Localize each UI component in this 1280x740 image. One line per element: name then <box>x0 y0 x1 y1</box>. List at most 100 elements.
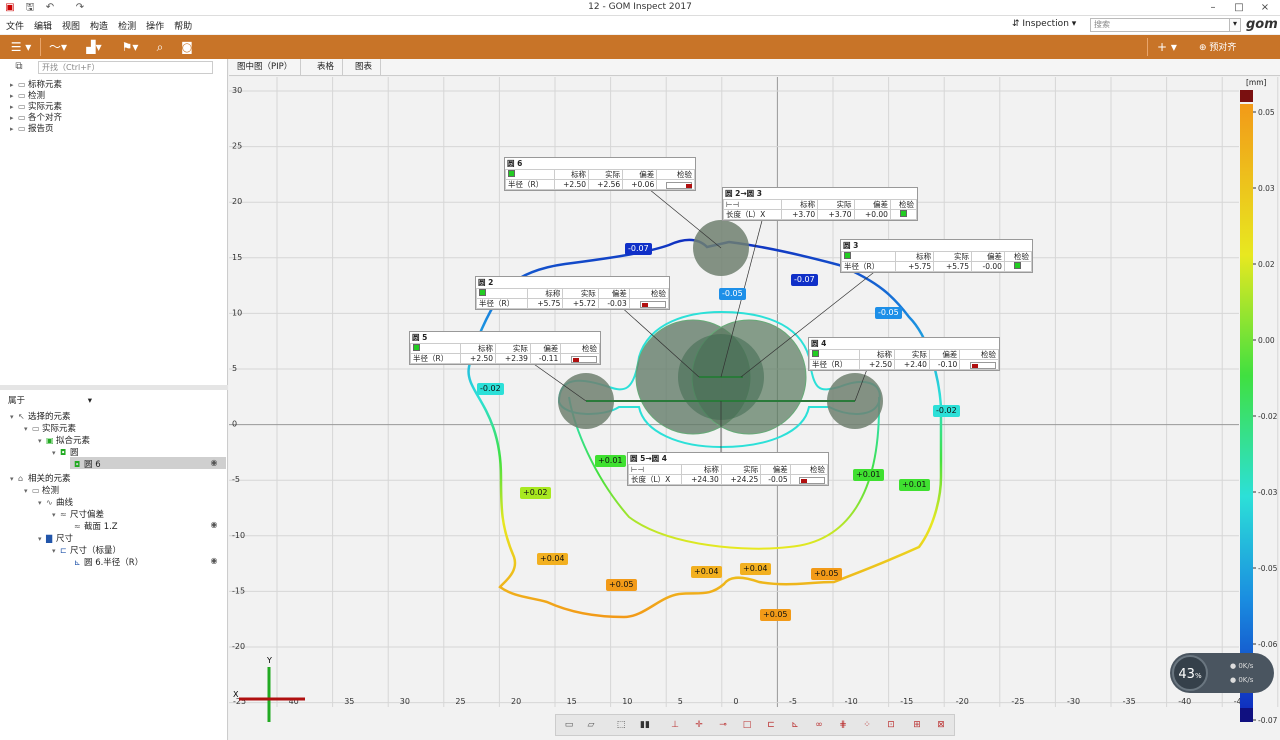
table-circle-6[interactable]: 圆 6 标称 实际 偏差 检验 半径（R） +2.50 +2.56 +0.06 <box>504 157 696 191</box>
tree-section[interactable]: ≈ 截面 1.Z <box>66 520 118 532</box>
table-circle-5-4[interactable]: 圆 5→圆 4 ⊢⊣ 标称 实际 偏差 检验 长度（L）X +24.30 +24.25 -0.… <box>627 452 829 486</box>
x-tick-label: 20 <box>511 697 521 706</box>
table-circle-2-3[interactable]: 圆 2→圆 3 ⊢⊣ 标称 实际 偏差 检验 长度（L）X +3.70 +3.70 +0.00 <box>722 187 918 221</box>
tree-dimension-deviation[interactable]: ▾ ≈ 尺寸偏差 <box>52 508 104 520</box>
deviation-label[interactable]: +0.04 <box>691 566 722 578</box>
menu-operate[interactable]: 操作 <box>146 19 164 32</box>
chart-tool-icon[interactable]: ▟▾ <box>80 38 108 56</box>
table-circle-2[interactable]: 圆 2 标称 实际 偏差 检验 半径（R） +5.75 +5.72 -0.03 <box>475 276 670 310</box>
export-icon[interactable]: ⊠ <box>934 719 948 732</box>
menu-view[interactable]: 视图 <box>62 19 80 32</box>
search-input[interactable]: 搜索 <box>1090 18 1238 32</box>
section-canvas[interactable]: 302520151050-5-10-15-20 -25 40 35 30 25 20 15 1… <box>229 77 1280 740</box>
search-dropdown-icon[interactable]: ▾ <box>1229 18 1241 32</box>
panel-splitter[interactable] <box>0 385 228 390</box>
frame-icon[interactable]: ⊏ <box>764 719 778 732</box>
tab-chart[interactable]: 图表 <box>347 59 382 76</box>
dimension-icon[interactable]: ⊞ <box>910 719 924 732</box>
report-icon[interactable]: ⊡ <box>884 719 898 732</box>
deviation-label[interactable]: -0.02 <box>933 405 960 417</box>
tree-related-elements[interactable]: ▾ ⌂ 相关的元素 <box>10 472 71 484</box>
flag-tool-icon[interactable]: ⚑▾ <box>116 38 144 56</box>
x-tick-label: 35 <box>344 697 354 706</box>
deviation-label[interactable]: +0.02 <box>520 487 551 499</box>
tree-circle-6[interactable]: ◘ 圆 6 <box>66 458 101 470</box>
angle-icon[interactable]: ⊾ <box>788 719 802 732</box>
folder-icon: ▭ <box>32 424 40 433</box>
menu-inspect[interactable]: 检测 <box>118 19 136 32</box>
props-header[interactable]: 属于 ▾ <box>8 394 92 406</box>
deviation-label[interactable]: +0.05 <box>606 579 637 591</box>
square-icon[interactable]: □ <box>740 719 754 732</box>
tree-radius[interactable]: ⊾ 圆 6.半径（R） <box>66 556 143 568</box>
workspace-selector[interactable]: ⇵ Inspection ▾ <box>1012 19 1076 29</box>
fit-view-icon[interactable]: ▭ <box>562 719 576 732</box>
maximize-icon[interactable]: □ <box>1226 0 1252 16</box>
cross-icon[interactable]: ✛ <box>692 719 706 732</box>
curve-tool-icon[interactable]: 〜▾ <box>44 38 72 56</box>
table-circle-4[interactable]: 圆 4 标称 实际 偏差 检验 半径（R） +2.50 +2.40 -0.10 <box>808 337 1000 371</box>
panel-options-icon[interactable]: ⧉ <box>13 61 25 73</box>
scale-tick-label: 0.00 <box>1258 336 1275 345</box>
camera-icon[interactable]: ◙ <box>178 38 196 56</box>
tab-pip[interactable]: 图中图（PIP） <box>229 59 302 76</box>
x-tick-label: 30 <box>400 697 410 706</box>
deviation-label[interactable]: +0.05 <box>760 609 791 621</box>
table-circle-3[interactable]: 圆 3 标称 实际 偏差 检验 半径（R） +5.75 +5.75 -0.00 <box>840 239 1033 273</box>
deviation-label[interactable]: +0.04 <box>537 553 568 565</box>
pointer-icon: ↖ <box>18 412 25 421</box>
menu-hamburger-icon[interactable]: ☰ ▾ <box>6 38 36 56</box>
visibility-eye-icon[interactable]: ◉ <box>208 555 220 567</box>
minimize-icon[interactable]: – <box>1200 0 1226 16</box>
x-tick-label: 25 <box>455 697 465 706</box>
add-icon[interactable]: + ▾ <box>1152 38 1182 56</box>
grid-icon[interactable]: ⋕ <box>836 719 850 732</box>
section-view[interactable]: 30 25 20 15 10 5 0 -5 -10 -15 -20 -25 40 35 30 25 20 15 1… <box>229 77 1280 740</box>
table-circle-5[interactable]: 圆 5 标称 实际 偏差 检验 半径（R） +2.50 +2.39 -0.11 <box>409 331 601 365</box>
deviation-label[interactable]: -0.05 <box>875 307 902 319</box>
visibility-eye-icon[interactable]: ◉ <box>208 519 220 531</box>
deviation-label[interactable]: -0.07 <box>791 274 818 286</box>
tree-actual-elements[interactable]: ▾ ▭ 实际元素 <box>24 422 76 434</box>
deviation-label[interactable]: -0.05 <box>719 288 746 300</box>
scatter-icon[interactable]: ⁘ <box>860 719 874 732</box>
tree-item-reports[interactable]: ▸ ▭ 报告页 <box>10 122 54 134</box>
menu-edit[interactable]: 编辑 <box>34 19 52 32</box>
link-icon[interactable]: ∞ <box>812 719 826 732</box>
tab-table[interactable]: 表格 <box>309 59 344 76</box>
deviation-label[interactable]: +0.04 <box>740 563 771 575</box>
deviation-label[interactable]: +0.01 <box>853 469 884 481</box>
tree-circle-group[interactable]: ▾ ◘ 圆 <box>52 446 79 458</box>
tree-fit-elements[interactable]: ▾ ▣ 拟合元素 <box>38 434 90 446</box>
tree-selected-elements[interactable]: ▾ ↖ 选择的元素 <box>10 410 71 422</box>
section-view-icon[interactable]: ▱ <box>584 719 598 732</box>
x-tick-label: 5 <box>678 697 683 706</box>
y-tick-label: -10 <box>232 531 245 540</box>
tree-inspection[interactable]: ▾ ▭ 检测 <box>24 484 59 496</box>
search-tool-icon[interactable]: ⌕ <box>152 38 168 56</box>
color-scale: [mm] 0.05 0.03 0.02 0.00 -0.02 -0.03 -0.05 -0.0… <box>1238 78 1280 728</box>
tree-dimensions[interactable]: ▾ ▇ 尺寸 <box>38 532 73 544</box>
close-icon[interactable]: × <box>1252 0 1278 16</box>
tree-curves[interactable]: ▾ ∿ 曲线 <box>38 496 73 508</box>
y-tick-label: -5 <box>232 475 240 484</box>
edge-icon[interactable]: ⊸ <box>716 719 730 732</box>
menu-construct[interactable]: 构造 <box>90 19 108 32</box>
menu-help[interactable]: 帮助 <box>174 19 192 32</box>
deviation-label[interactable]: -0.07 <box>625 243 652 255</box>
parallel-icon[interactable]: ▮▮ <box>638 719 652 732</box>
deviation-label[interactable]: +0.05 <box>811 568 842 580</box>
pre-align-button[interactable]: ⊕ 预对齐 <box>1199 40 1236 53</box>
deviation-label[interactable]: +0.01 <box>899 479 930 491</box>
scalar-icon: ⊏ <box>60 546 67 555</box>
deviation-label[interactable]: -0.02 <box>477 383 504 395</box>
menu-file[interactable]: 文件 <box>6 19 24 32</box>
deviation-label[interactable]: +0.01 <box>595 455 626 467</box>
select-icon[interactable]: ⬚ <box>614 719 628 732</box>
table-title: 圆 4 <box>809 338 999 349</box>
tree-scalar-dimension[interactable]: ▾ ⊏ 尺寸（标量） <box>52 544 121 556</box>
network-icon: ⌂ <box>18 474 24 483</box>
point-icon[interactable]: ⊥ <box>668 719 682 732</box>
visibility-eye-icon[interactable]: ◉ <box>208 457 220 469</box>
filter-input[interactable]: 开找（Ctrl+F） <box>38 61 213 74</box>
